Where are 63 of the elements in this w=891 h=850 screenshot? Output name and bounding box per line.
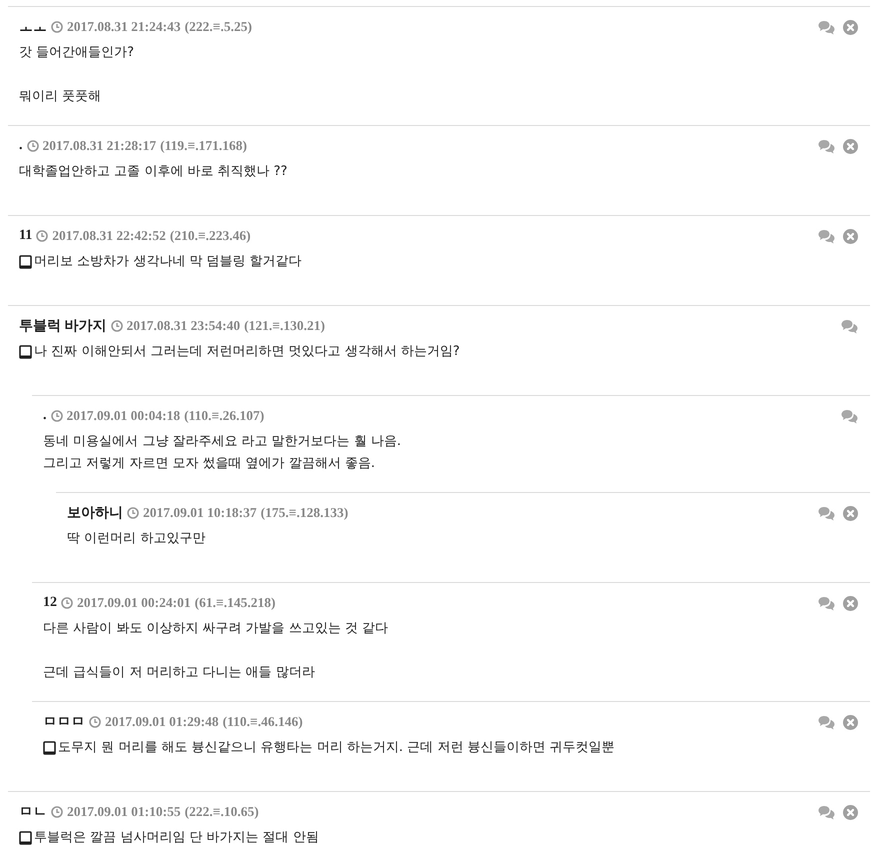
author-name: 투블럭 바가지 xyxy=(19,318,106,335)
author-name: 보아하니 xyxy=(67,505,123,522)
delete-icon[interactable] xyxy=(843,138,858,154)
reply-icon[interactable] xyxy=(818,596,835,610)
clock-icon xyxy=(89,716,101,728)
timestamp: 2017.09.01 00:04:18 xyxy=(66,408,180,424)
ip-address: (175.≡.128.133) xyxy=(260,505,348,521)
timestamp: 2017.09.01 01:29:48 xyxy=(105,714,219,730)
author-name: 11 xyxy=(19,228,32,244)
author-name: 12 xyxy=(43,595,57,611)
timestamp: 2017.09.01 00:24:01 xyxy=(77,595,191,611)
comment-text: 뭐이리 풋풋해 xyxy=(19,88,102,106)
reply-icon[interactable] xyxy=(818,138,835,154)
ip-address: (110.≡.46.146) xyxy=(222,714,303,730)
delete-icon[interactable] xyxy=(843,596,858,610)
timestamp: 2017.09.01 10:18:37 xyxy=(143,505,257,521)
timestamp: 2017.08.31 21:28:17 xyxy=(42,138,156,154)
clock-icon xyxy=(26,140,38,152)
delete-icon[interactable] xyxy=(843,804,858,820)
author-name: ㅁㄴ xyxy=(19,804,47,821)
reply-icon[interactable] xyxy=(841,408,858,424)
author-name: ㅁㅁㅁ xyxy=(43,714,85,731)
timestamp: 2017.08.31 21:24:43 xyxy=(67,19,181,35)
reply-icon[interactable] xyxy=(818,804,835,820)
reply-icon[interactable] xyxy=(818,506,835,520)
comment-text: 갓 들어간애들인가? xyxy=(19,44,136,62)
ip-address: (121.≡.130.21) xyxy=(244,318,325,334)
delete-icon[interactable] xyxy=(843,228,858,244)
clock-icon xyxy=(110,320,122,332)
reply-icon[interactable] xyxy=(818,714,835,730)
comment-text: 동네 미용실에서 그냥 잘라주세요 라고 말한거보다는 훨 나음. 그리고 저렇게 자르면 모자 썼을때 옆에가 깔끔해서 좋음. xyxy=(43,433,402,473)
timestamp: 2017.09.01 01:10:55 xyxy=(67,804,181,820)
delete-icon[interactable] xyxy=(843,714,858,730)
clock-icon xyxy=(51,21,63,33)
timestamp: 2017.08.31 22:42:52 xyxy=(52,228,166,244)
ip-address: (110.≡.26.107) xyxy=(184,408,264,424)
comment-text: 딱 이런머리 하고있구만 xyxy=(67,530,206,548)
clock-icon xyxy=(51,806,63,818)
ip-address: (222.≡.10.65) xyxy=(184,804,259,820)
author-name: . xyxy=(43,408,46,424)
reply-icon[interactable] xyxy=(818,228,835,244)
reply-icon[interactable] xyxy=(818,20,835,34)
comment-text: 머리보 소방차가 생각나네 막 덤블링 할거같다 xyxy=(34,253,302,271)
comment-text: 도무지 뭔 머리를 해도 븅신같으니 유행타는 머리 하는거지. 근데 저런 븅신들이하면 귀두컷일뿐 xyxy=(58,739,615,757)
comment-text: 대학졸업안하고 고졸 이후에 바로 취직했나 ?? xyxy=(19,163,288,181)
reply-icon[interactable] xyxy=(841,318,858,334)
clock-icon xyxy=(127,507,139,519)
comment-text: 근데 급식들이 저 머리하고 다니는 애들 많더라 xyxy=(43,664,316,682)
clock-icon xyxy=(50,410,62,422)
clock-icon xyxy=(61,597,73,609)
delete-icon[interactable] xyxy=(843,20,858,34)
delete-icon[interactable] xyxy=(843,506,858,520)
ip-address: (61.≡.145.218) xyxy=(194,595,276,611)
timestamp: 2017.08.31 23:54:40 xyxy=(126,318,240,334)
comment-text: 다른 사람이 봐도 이상하지 싸구려 가발을 쓰고있는 것 같다 xyxy=(43,620,390,638)
clock-icon xyxy=(36,230,48,242)
ip-address: (119.≡.171.168) xyxy=(160,138,247,154)
author-name: ㅗㅗ xyxy=(19,19,47,36)
ip-address: (222.≡.5.25) xyxy=(184,19,252,35)
author-name: . xyxy=(19,138,22,154)
ip-address: (210.≡.223.46) xyxy=(170,228,251,244)
comment-text: 투블럭은 깔끔 넘사머리임 단 바가지는 절대 안됨 xyxy=(34,829,319,847)
comment-text: 나 진짜 이해안되서 그러는데 저런머리하면 멋있다고 생각해서 하는거임? xyxy=(34,343,460,361)
